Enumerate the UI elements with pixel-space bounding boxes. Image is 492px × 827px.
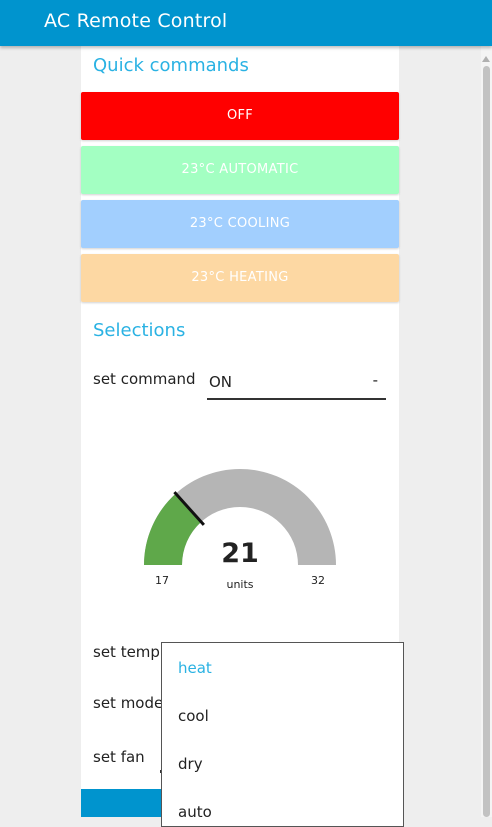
selections-heading: Selections (93, 320, 186, 341)
heating-23-button[interactable]: 23°C HEATING (81, 254, 399, 302)
mode-option-heat[interactable]: heat (178, 659, 212, 677)
mode-option-dry[interactable]: dry (178, 755, 203, 773)
quick-commands-heading: Quick commands (93, 55, 249, 76)
gauge-min: 17 (155, 574, 169, 587)
scrollbar-thumb[interactable] (483, 66, 490, 817)
cooling-23-button[interactable]: 23°C COOLING (81, 200, 399, 248)
app-title: AC Remote Control (44, 10, 228, 32)
auto-23-button[interactable]: 23°C AUTOMATIC (81, 146, 399, 194)
select-caret-icon: - (372, 371, 378, 389)
set-command-label: set command (93, 370, 196, 388)
gauge-units: units (226, 578, 253, 591)
set-temp-label: set temp (93, 643, 160, 661)
mode-option-auto[interactable]: auto (178, 803, 212, 821)
gauge-value: 21 (221, 538, 259, 569)
command-select[interactable]: ON - (207, 366, 386, 400)
mode-dropdown-menu[interactable]: heat cool dry auto (161, 642, 404, 827)
temperature-gauge: 21 units 17 32 (144, 469, 336, 591)
off-button[interactable]: OFF (81, 92, 399, 140)
mode-option-cool[interactable]: cool (178, 707, 209, 725)
scroll-up-arrow-icon[interactable] (482, 56, 490, 62)
set-mode-label: set mode (93, 694, 164, 712)
set-fan-label: set fan (93, 748, 145, 766)
app-header: AC Remote Control (0, 0, 492, 46)
gauge-max: 32 (311, 574, 325, 587)
command-select-value: ON (209, 373, 233, 391)
